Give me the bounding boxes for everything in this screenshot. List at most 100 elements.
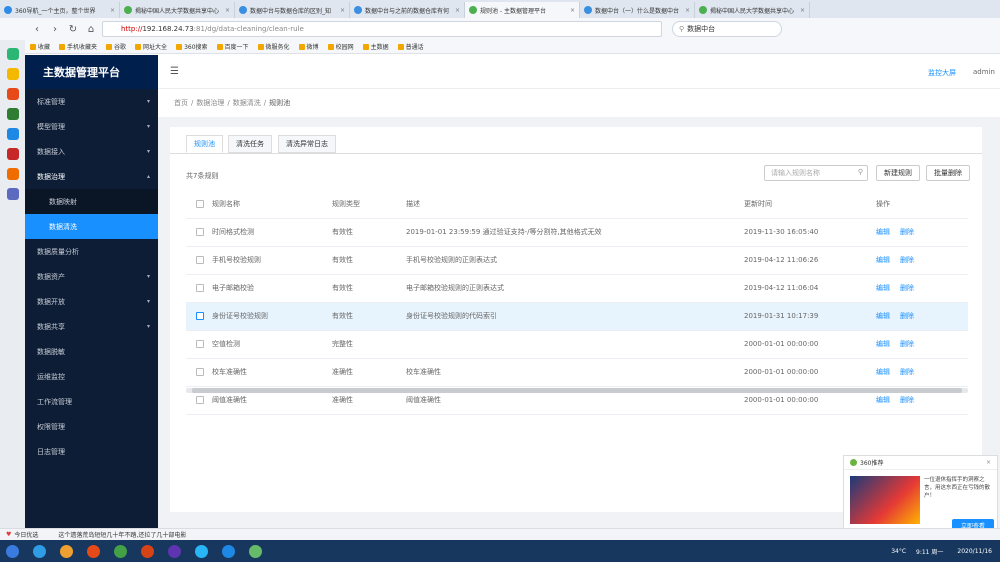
edit-link[interactable]: 编辑 (876, 396, 890, 404)
firefox-icon[interactable] (141, 544, 154, 558)
table-row[interactable]: 空值检测 完整性 2000-01-01 00:00:00 编辑 删除 (186, 330, 968, 359)
sidebar-item[interactable]: 数据脱敏 (25, 339, 158, 364)
table-row[interactable]: 电子邮箱校验 有效性 电子邮箱校验规则的正则表达式 2019-04-12 11:06:… (186, 274, 968, 303)
home-icon[interactable]: ⌂ (84, 24, 98, 35)
row-checkbox[interactable] (196, 284, 204, 292)
sidebar-item[interactable]: 数据接入 ▾ (25, 139, 158, 164)
edit-link[interactable]: 编辑 (876, 228, 890, 236)
p-icon[interactable] (6, 128, 19, 140)
row-checkbox[interactable] (196, 228, 204, 236)
bookmark-item[interactable]: 微博 (298, 42, 319, 51)
shop-icon[interactable] (6, 168, 19, 180)
table-row[interactable]: 身份证号校验规则 有效性 身份证号校验规则的代码索引 2019-01-31 10:17… (186, 302, 968, 331)
row-checkbox[interactable] (196, 312, 204, 320)
sidebar-subitem[interactable]: 数据映射 (25, 189, 158, 214)
ad-image[interactable] (850, 476, 920, 524)
sidebar-item[interactable]: 模型管理 ▾ (25, 114, 158, 139)
game-icon[interactable] (6, 148, 19, 160)
star-icon[interactable] (6, 68, 19, 80)
sidebar-item[interactable]: 数据治理 ▴ (25, 164, 158, 189)
status-news[interactable]: 这个遗落荒岛短短几十年不踏,还拉了几十部电影 (58, 530, 186, 539)
tab-close-icon[interactable]: × (455, 7, 460, 14)
media-icon[interactable] (87, 544, 100, 558)
edit-link[interactable]: 编辑 (876, 312, 890, 320)
bookmark-item[interactable]: 收藏 (30, 42, 50, 51)
tab-close-icon[interactable]: × (340, 7, 345, 14)
tab-rule-pool[interactable]: 规则池 (186, 135, 223, 153)
edit-link[interactable]: 编辑 (876, 284, 890, 292)
tab-close-icon[interactable]: × (570, 7, 575, 14)
tab-close-icon[interactable]: × (110, 7, 115, 14)
delete-link[interactable]: 删除 (900, 256, 914, 264)
scrollbar-thumb[interactable] (192, 388, 962, 393)
tab-close-icon[interactable]: × (225, 7, 230, 14)
browser-tab[interactable]: 规则池 - 主数据管理平台 × (465, 2, 580, 18)
bookmark-item[interactable]: 普通话 (397, 42, 424, 51)
sidebar-subitem[interactable]: 数据清洗 (25, 214, 158, 239)
sidebar-item[interactable]: 数据开放 ▾ (25, 289, 158, 314)
edit-link[interactable]: 编辑 (876, 256, 890, 264)
monitor-screen-link[interactable]: 监控大屏 (928, 68, 956, 78)
menu-toggle-icon[interactable]: ☰ (170, 66, 179, 77)
s-icon[interactable] (222, 544, 235, 558)
bookmark-item[interactable]: 360搜索 (176, 42, 208, 51)
sidebar-item[interactable]: 标准管理 ▾ (25, 89, 158, 114)
sidebar-item[interactable]: 运维监控 (25, 364, 158, 389)
k-icon[interactable] (195, 544, 208, 558)
breadcrumb-item[interactable]: 数据治理 (196, 98, 224, 108)
horizontal-scrollbar[interactable] (186, 388, 968, 393)
row-checkbox[interactable] (196, 396, 204, 404)
user-name[interactable]: admin (973, 68, 995, 76)
row-checkbox[interactable] (196, 368, 204, 376)
url-input[interactable]: http://192.168.24.73:81/dg/data-cleaning… (102, 21, 662, 37)
browser-tab[interactable]: 数据中台与之前的数据仓库有何 × (350, 2, 465, 18)
delete-link[interactable]: 删除 (900, 228, 914, 236)
eye-icon[interactable] (6, 88, 19, 100)
bookmark-item[interactable]: 百度一下 (216, 42, 249, 51)
app-icon[interactable] (168, 544, 181, 558)
delete-link[interactable]: 删除 (900, 340, 914, 348)
delete-link[interactable]: 删除 (900, 396, 914, 404)
delete-link[interactable]: 删除 (900, 368, 914, 376)
edit-link[interactable]: 编辑 (876, 340, 890, 348)
tab-close-icon[interactable]: × (800, 7, 805, 14)
tab-clean-task[interactable]: 清洗任务 (228, 135, 272, 153)
bookmark-item[interactable]: 微服务化 (257, 42, 290, 51)
browser-tab[interactable]: 360导航_一个主页，整个世界 × (0, 2, 120, 18)
bookmark-item[interactable]: 网址大全 (135, 42, 167, 51)
browser-tab[interactable]: 揭秘中国人民大学数据共享中心 × (120, 2, 235, 18)
row-checkbox[interactable] (196, 256, 204, 264)
start-icon[interactable] (6, 544, 19, 558)
delete-link[interactable]: 删除 (900, 284, 914, 292)
delete-link[interactable]: 删除 (900, 312, 914, 320)
bookmark-item[interactable]: 谷歌 (106, 42, 126, 51)
breadcrumb-item[interactable]: 数据清洗 (233, 98, 261, 108)
browser-360-icon[interactable] (114, 544, 127, 558)
sidebar-item[interactable]: 权限管理 (25, 414, 158, 439)
tab-close-icon[interactable]: × (685, 7, 690, 14)
select-all-checkbox[interactable] (196, 199, 204, 208)
batch-delete-button[interactable]: 批量删除 (926, 165, 970, 181)
rule-search-input[interactable]: 请输入规则名称 ⚲ (764, 165, 868, 181)
folder-icon[interactable] (60, 544, 73, 558)
clock-time[interactable]: 9:11 周一 (916, 547, 943, 556)
chat-icon[interactable] (249, 544, 262, 558)
table-row[interactable]: 时间格式检测 有效性 2019-01-01 23:59:59 通过验证支持-/等分割… (186, 218, 968, 247)
tab-clean-error-log[interactable]: 清洗异常日志 (278, 135, 336, 153)
close-icon[interactable]: × (986, 459, 991, 466)
clock-date[interactable]: 2020/11/16 (957, 548, 992, 555)
table-row[interactable]: 校车准确性 准确性 校车准确性 2000-01-01 00:00:00 编辑 删除 (186, 358, 968, 387)
sidebar-item[interactable]: 工作流管理 (25, 389, 158, 414)
video-icon[interactable] (6, 188, 19, 200)
edit-link[interactable]: 编辑 (876, 368, 890, 376)
sidebar-item[interactable]: 数据资产 ▾ (25, 264, 158, 289)
bookmark-item[interactable]: 主数据 (362, 42, 389, 51)
ie-icon[interactable] (33, 544, 46, 558)
row-checkbox[interactable] (196, 340, 204, 348)
add-rule-button[interactable]: 新建规则 (876, 165, 920, 181)
bookmark-item[interactable]: 手机收藏夹 (59, 42, 97, 51)
sidebar-item[interactable]: 数据质量分析 (25, 239, 158, 264)
table-row[interactable]: 手机号校验规则 有效性 手机号校验规则的正则表达式 2019-04-12 11:06:… (186, 246, 968, 275)
app-icon[interactable] (6, 48, 19, 60)
browser-tab[interactable]: 数据中台（一）什么是数据中台 × (580, 2, 695, 18)
